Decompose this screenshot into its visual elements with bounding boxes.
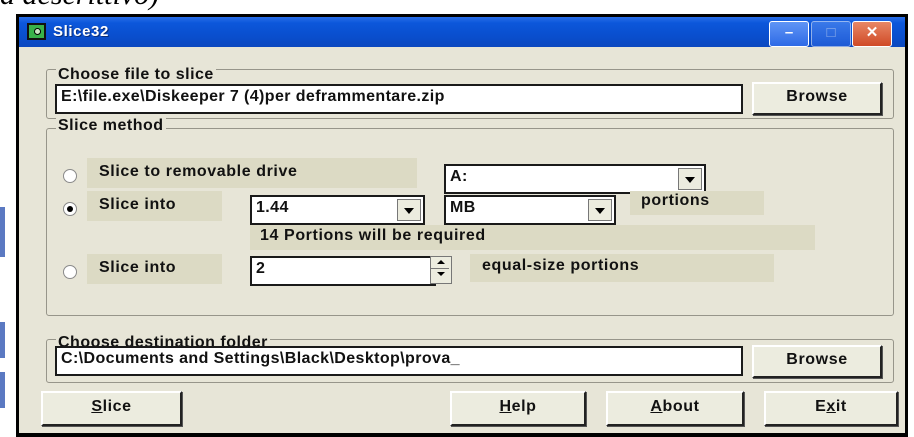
radio-slice-into-size[interactable] [63,202,77,216]
title-bar[interactable]: Slice32 – □ ✕ [19,17,905,47]
exit-button-start: E [815,398,827,415]
portions-label: portions [641,192,710,209]
minimize-button[interactable]: – [769,21,809,47]
exit-button[interactable]: Exit [764,391,898,426]
radio-slice-into-equal[interactable] [63,265,77,279]
portion-count-input[interactable]: 2 [250,256,436,286]
exit-button-mnemonic: x [826,398,836,415]
equal-portions-label: equal-size portions [482,257,640,274]
slice-button-mnemonic: S [91,398,103,415]
edge-marker [0,207,5,257]
app-icon [27,23,46,40]
destination-path-input[interactable]: C:\Documents and Settings\Black\Desktop\… [55,346,743,376]
chevron-down-icon[interactable] [588,199,612,221]
about-button-mnemonic: A [650,398,663,415]
close-button[interactable]: ✕ [852,21,892,47]
spin-up-icon[interactable] [431,257,449,269]
slice-method-legend: Slice method [56,117,166,135]
slice32-window: Slice32 – □ ✕ Choose file to slice E:\fi… [16,14,908,437]
file-path-input[interactable]: E:\file.exe\Diskeeper 7 (4)per deframmen… [55,84,743,114]
about-button-rest: bout [662,398,700,415]
browse-destination-button[interactable]: Browse [752,345,882,378]
chevron-down-icon[interactable] [678,168,702,190]
portions-message: 14 Portions will be required [260,227,486,244]
maximize-button[interactable]: □ [811,21,851,47]
drive-select[interactable]: A: [444,164,706,194]
window-title: Slice32 [53,23,109,40]
file-group-legend: Choose file to slice [56,66,216,84]
slice-button-rest: lice [102,398,132,415]
portion-count-spinner[interactable] [430,256,452,284]
unit-select[interactable]: MB [444,195,616,225]
option-drive-label: Slice to removable drive [99,163,298,180]
edge-marker [0,372,5,408]
help-button-mnemonic: H [499,398,512,415]
radio-slice-to-drive[interactable] [63,169,77,183]
option-size-label: Slice into [99,196,177,213]
size-select-value: 1.44 [256,199,289,216]
chevron-down-icon[interactable] [397,199,421,221]
browse-file-button[interactable]: Browse [752,82,882,115]
option-equal-label: Slice into [99,259,177,276]
edge-marker [0,322,5,358]
drive-select-value: A: [450,168,468,185]
help-button-rest: elp [511,398,537,415]
unit-select-value: MB [450,199,476,216]
size-select[interactable]: 1.44 [250,195,425,225]
spin-down-icon[interactable] [431,269,449,280]
exit-button-rest: it [835,398,847,415]
about-button[interactable]: About [606,391,744,426]
slice-button[interactable]: Slice [41,391,182,426]
help-button[interactable]: Help [450,391,586,426]
